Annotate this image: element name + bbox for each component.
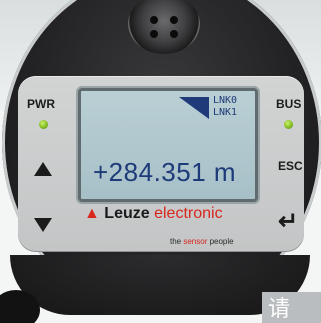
brand-logo: ▲ Leuze electronic [84,205,223,223]
lcd-display: LNK0 LNK1 +284.351 m [78,88,258,202]
corner-badge: 请 [262,292,321,323]
brand-accent: electronic [154,205,223,222]
connector-pin [170,30,178,38]
leuze-logo-icon: ▲ [84,205,100,222]
down-button[interactable] [34,218,52,232]
signal-flag-icon [179,97,209,119]
esc-button[interactable]: ESC [278,159,303,173]
up-button[interactable] [34,162,52,176]
device-photo: PWR BUS LNK0 LNK1 +284.351 m ESC ↵ ▲ Leu… [0,0,321,323]
pwr-led [39,120,48,129]
connector-pin [150,30,158,38]
distance-readout: +284.351 m [93,157,237,187]
bus-label: BUS [276,97,302,111]
enter-button-icon[interactable]: ↵ [278,210,298,234]
connector-pin [170,16,178,24]
bus-led [284,120,293,129]
connector-pin [150,16,158,24]
slogan: the sensor people [170,237,234,246]
pwr-label: PWR [27,97,55,111]
lnk-status: LNK0 LNK1 [213,95,238,118]
brand-name: Leuze [104,205,150,222]
